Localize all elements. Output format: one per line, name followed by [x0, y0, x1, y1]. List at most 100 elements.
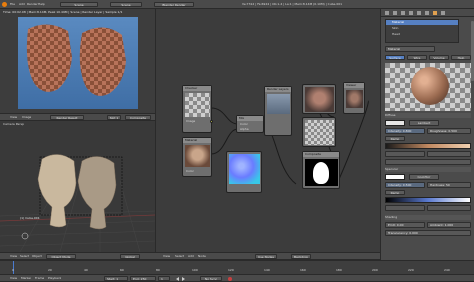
material-name-field[interactable]: Material [385, 46, 435, 52]
scene-label: Scene [121, 3, 131, 7]
mode-select[interactable]: Object Mode [46, 254, 76, 259]
viewport-menu-object[interactable]: Object [32, 254, 42, 259]
menu-render[interactable]: Render [27, 2, 38, 7]
node-mix[interactable]: Mix Color Alpha [236, 115, 264, 133]
tab-scene[interactable] [401, 11, 405, 15]
node-editor[interactable]: Checker Image Material Color Mix Color A… [155, 9, 380, 252]
diffuse-color-swatch[interactable] [385, 120, 405, 126]
node-checker-socket[interactable] [210, 120, 213, 123]
backdrop-toggle[interactable]: Backdrop [291, 254, 311, 259]
sync-select[interactable]: No Sync [200, 276, 222, 281]
node-material[interactable]: Material Color [182, 137, 212, 177]
screen-layout-select[interactable]: Scene [60, 2, 98, 7]
node-menu-add[interactable]: Add [188, 254, 194, 259]
shading-panel-title[interactable]: Shading [385, 215, 471, 220]
material-slot-3[interactable]: Head [386, 32, 458, 37]
diffuse-ramp-blend[interactable] [427, 151, 471, 157]
scene-stats: Ve:7312 | Fa:6924 | Ob:1-4 | La:1 | Mem:… [242, 2, 343, 6]
use-nodes-toggle[interactable]: Use Nodes [255, 254, 277, 259]
tab-texture[interactable] [441, 11, 445, 15]
slot-select[interactable]: Slot 1 [107, 115, 121, 120]
specular-ramp-value[interactable] [385, 205, 425, 211]
tab-material[interactable] [433, 11, 437, 15]
timeline-current-field[interactable]: 1 [158, 276, 170, 281]
specular-hardness-field[interactable]: Hardness: 50 [427, 182, 471, 188]
timeline-start-field[interactable]: Start: 1 [104, 276, 128, 281]
preview-tab-wire-label: Wire [413, 56, 421, 60]
diffuse-ramp-value[interactable] [385, 151, 425, 157]
node-normal-map[interactable] [226, 151, 262, 193]
specular-ramp-toggle[interactable]: Ramp [385, 190, 405, 195]
menu-add[interactable]: Add [19, 2, 25, 7]
play-reverse-icon[interactable] [176, 277, 179, 281]
diffuse-panel-title[interactable]: Diffuse [385, 113, 471, 118]
blender-logo-icon[interactable] [2, 2, 7, 7]
preview-tab-halo[interactable]: Halo [451, 55, 471, 60]
menu-help[interactable]: Help [38, 2, 45, 7]
render-result-image[interactable] [18, 17, 138, 109]
timeline-end-field[interactable]: End: 250 [130, 276, 156, 281]
render-engine-select[interactable]: Blender Render [154, 2, 194, 7]
3d-viewport[interactable]: Camera Persp (1) Cube.001 [0, 121, 155, 252]
menu-file[interactable]: File [10, 2, 15, 7]
pass-select[interactable]: Composite [125, 115, 151, 120]
node-menu-node[interactable]: Node [198, 254, 206, 259]
viewport-menu-view[interactable]: View [10, 254, 17, 259]
record-icon[interactable] [228, 277, 232, 281]
diffuse-shader-select[interactable]: Lambert [409, 120, 439, 126]
preview-tab-wire[interactable]: Wire [407, 55, 427, 60]
node-checker-face[interactable] [302, 117, 336, 147]
tab-render[interactable] [385, 11, 389, 15]
shading-ambient-field[interactable]: Ambient: 1.000 [427, 222, 471, 228]
material-slot-list[interactable]: Material Skin Head [385, 19, 459, 43]
shading-translucency-label: Translucency: 0.000 [388, 231, 418, 235]
preview-tab-volume[interactable]: Volume [429, 55, 449, 60]
diffuse-ramp-input[interactable] [385, 159, 471, 165]
timeline-tick-220: 220 [408, 268, 414, 272]
specular-intensity-slider[interactable]: Intensity: 0.500 [385, 182, 425, 188]
node-composite[interactable]: Composite [302, 151, 340, 189]
play-icon[interactable] [182, 277, 185, 281]
scene-select[interactable]: Scene [110, 2, 142, 7]
node-material-preview [185, 145, 210, 167]
timeline-menu-marker[interactable]: Marker [21, 276, 31, 281]
node-menu-view[interactable]: View [163, 254, 170, 259]
timeline-menu-playback[interactable]: Playback [48, 276, 61, 281]
image-menu-image[interactable]: Image [22, 115, 31, 120]
node-menu-select[interactable]: Select [175, 254, 184, 259]
tab-object[interactable] [417, 11, 421, 15]
diffuse-roughness-field[interactable]: Roughness: 0.500 [427, 128, 471, 134]
node-checker-output: Image [186, 119, 196, 123]
specular-shader-select[interactable]: CookTorr [409, 174, 439, 180]
image-select[interactable]: Render Result [50, 115, 84, 120]
diffuse-intensity-slider[interactable]: Intensity: 0.800 [385, 128, 425, 134]
tab-world[interactable] [409, 11, 413, 15]
specular-ramp-blend[interactable] [427, 205, 471, 211]
preview-tab-surface[interactable]: Surface [385, 55, 405, 60]
specular-ramp-bar[interactable] [385, 197, 471, 203]
tab-modifiers[interactable] [425, 11, 429, 15]
timeline[interactable]: 0 20 40 60 80 100 120 140 160 180 200 22… [0, 260, 474, 275]
node-face-render[interactable] [302, 84, 336, 114]
render-info-text: Time: 00:02.08 | Mem:8.14M, Peak 10.49M … [3, 10, 123, 14]
diffuse-ramp-toggle[interactable]: Ramp [385, 136, 405, 141]
timeline-menu-view[interactable]: View [10, 276, 17, 281]
diffuse-ramp-bar[interactable] [385, 143, 471, 149]
tab-layers[interactable] [393, 11, 397, 15]
shading-ambient-label: Ambient: 1.000 [430, 223, 454, 227]
material-slot-1[interactable]: Material [386, 20, 458, 25]
timeline-end-label: End: 250 [133, 277, 147, 281]
node-render-layers[interactable]: Render Layers [264, 86, 292, 136]
specular-color-swatch[interactable] [385, 174, 405, 180]
shading-translucency-field[interactable]: Translucency: 0.000 [385, 230, 471, 236]
specular-panel-title[interactable]: Specular [385, 167, 471, 172]
shading-emit-field[interactable]: Emit: 0.00 [385, 222, 425, 228]
node-viewer-small[interactable]: Viewer [343, 82, 365, 114]
viewport-menu-select[interactable]: Select [20, 254, 29, 259]
material-slot-2[interactable]: Skin [386, 26, 458, 31]
image-menu-view[interactable]: View [10, 115, 17, 120]
timeline-menu-frame[interactable]: Frame [35, 276, 44, 281]
node-checker-texture[interactable]: Checker Image [182, 85, 213, 133]
image-editor-header: View Image Render Result Slot 1 Composit… [0, 113, 155, 121]
orientation-select[interactable]: Global [120, 254, 140, 259]
